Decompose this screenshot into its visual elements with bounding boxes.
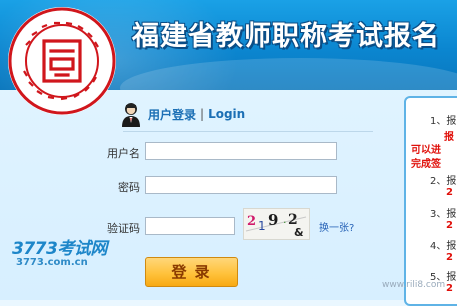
captcha-input[interactable]	[145, 217, 235, 235]
login-heading: 用户登录 | Login	[120, 101, 245, 127]
login-heading-separator: |	[200, 107, 205, 121]
login-heading-cn: 用户登录	[148, 107, 197, 122]
svg-text:9: 9	[268, 211, 278, 229]
notice-line: 完成签	[411, 159, 441, 170]
notice-line: 2、报	[430, 176, 457, 187]
notice-line: 可以进	[411, 145, 441, 156]
notice-line: 2	[446, 283, 453, 294]
username-input[interactable]	[145, 142, 337, 160]
brand-url: 3773.com.cn	[16, 257, 88, 268]
notice-panel: 1、报 报 可以进 完成签 2、报 2 3、报 2 4、报 2 5、报 2	[404, 96, 457, 306]
svg-text:&: &	[294, 226, 304, 239]
refresh-captcha-link[interactable]: 换一张?	[319, 219, 354, 234]
site-title: 福建省教师职称考试报名	[132, 21, 440, 52]
notice-line: 3、报	[430, 209, 457, 220]
svg-text:1: 1	[258, 219, 266, 233]
login-heading-en: Login	[208, 107, 246, 121]
notice-line: 报	[444, 132, 454, 143]
login-button[interactable]: 登录	[145, 257, 238, 287]
watermark-text: www.rili8.com	[382, 280, 446, 290]
brand-logo-text: 3773考试网	[12, 239, 107, 259]
notice-line: 2	[446, 252, 453, 263]
password-label: 密码	[118, 181, 140, 194]
login-divider	[123, 131, 373, 132]
captcha-image[interactable]: 2 1 9 . 2 &	[243, 208, 310, 240]
password-input[interactable]	[145, 176, 337, 194]
user-avatar-icon	[122, 103, 140, 127]
username-label: 用户名	[107, 147, 140, 160]
notice-line: 2	[446, 187, 453, 198]
notice-line: 4、报	[430, 241, 457, 252]
education-exam-seal-logo	[8, 7, 116, 115]
svg-text:.: .	[283, 213, 287, 226]
captcha-glyphs: 2 1 9 . 2 &	[245, 211, 307, 239]
notice-line: 2	[446, 220, 453, 231]
svg-text:2: 2	[247, 214, 256, 229]
notice-line: 1、报	[430, 116, 457, 127]
